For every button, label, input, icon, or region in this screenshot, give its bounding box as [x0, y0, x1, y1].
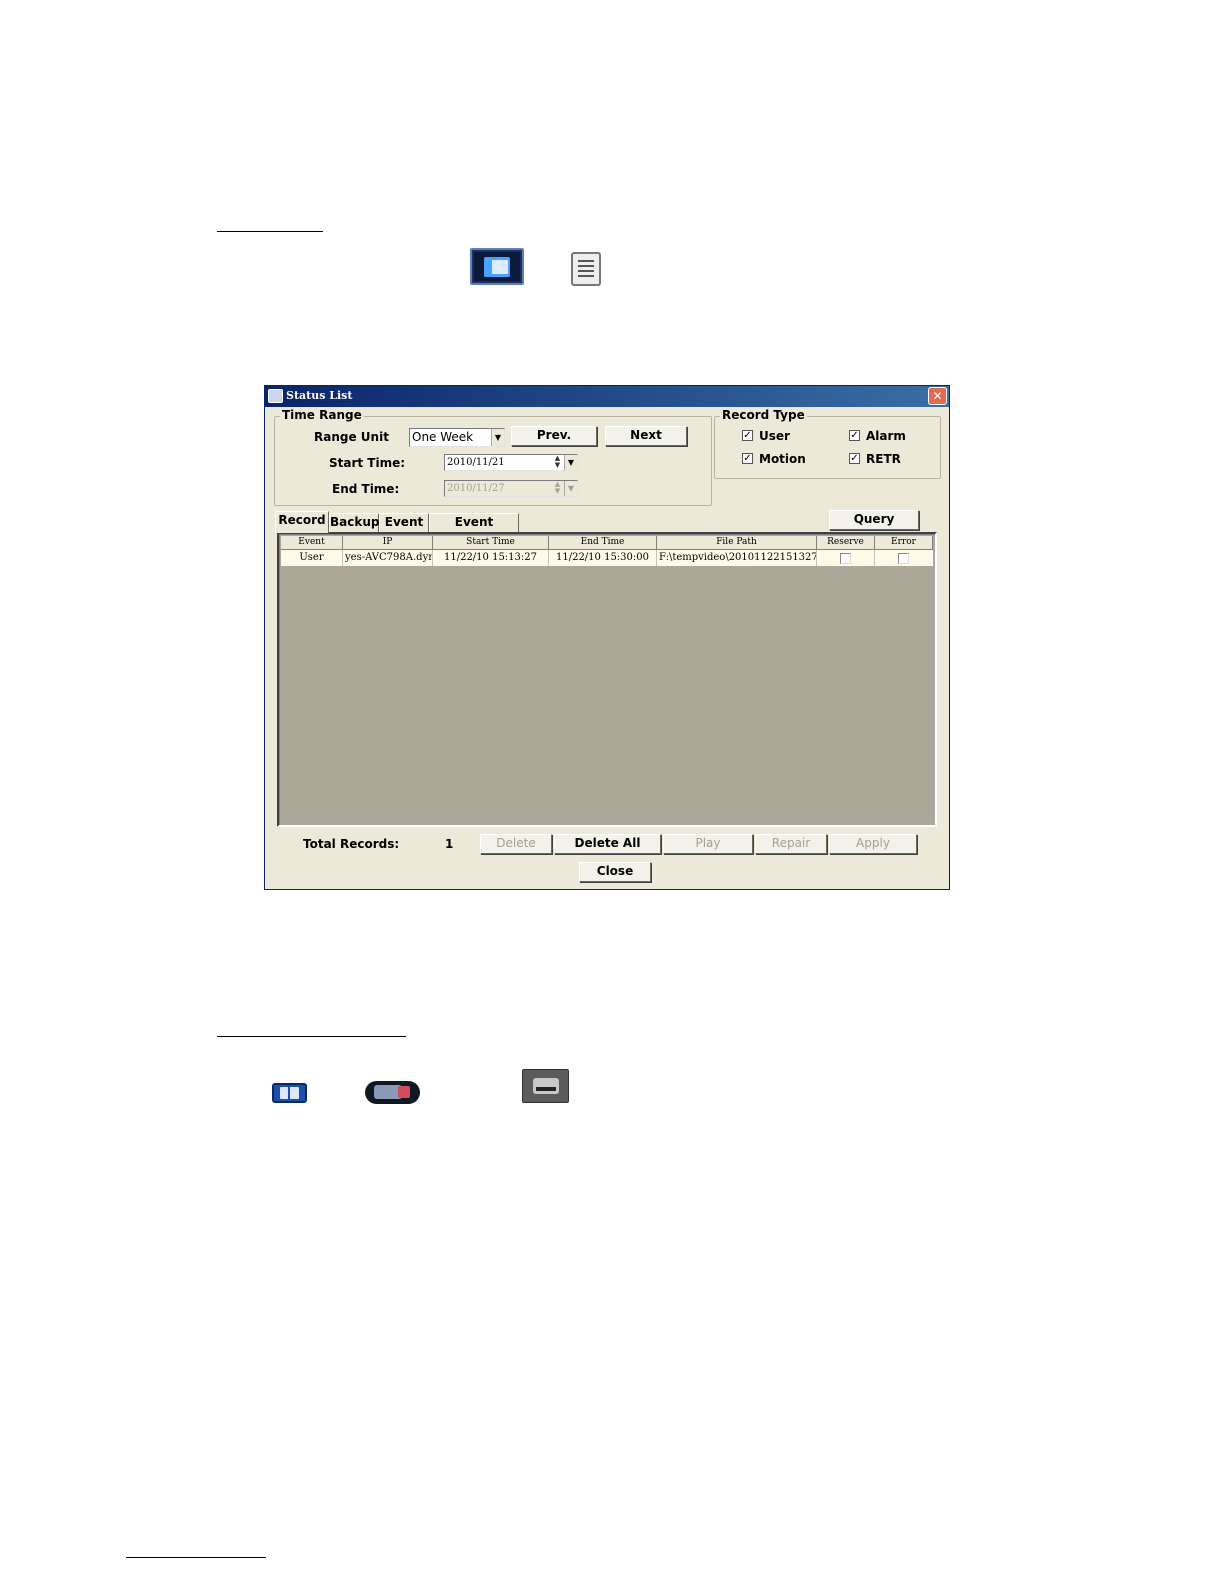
play-button[interactable]: Play — [663, 834, 753, 854]
end-time-field[interactable]: 2010/11/27 ▲ ▼ ▼ — [444, 480, 578, 497]
delete-button[interactable]: Delete — [480, 834, 552, 854]
record-type-group: Record Type — [714, 408, 941, 479]
close-icon[interactable]: ✕ — [928, 387, 947, 405]
retr-checkbox[interactable]: ✓ — [849, 453, 860, 464]
chevron-down-icon[interactable]: ▼ — [564, 481, 577, 496]
motion-checkbox[interactable]: ✓ — [742, 453, 753, 464]
cell-reserve — [817, 550, 875, 566]
dialog-title: Status List — [286, 389, 353, 402]
tab-backup[interactable]: Backup — [329, 513, 379, 532]
cell-error — [875, 550, 933, 566]
chevron-down-icon[interactable]: ▼ — [564, 455, 577, 470]
alarm-checkbox-label: Alarm — [866, 429, 906, 443]
column-header-ip[interactable]: IP — [343, 536, 433, 550]
close-button[interactable]: Close — [579, 862, 651, 882]
spinner-icon[interactable]: ▲ ▼ — [552, 481, 563, 496]
cell-ip: yes-AVC798A.dyn: — [343, 550, 433, 566]
range-unit-label: Range Unit — [314, 430, 389, 444]
capsule-icon — [365, 1081, 420, 1104]
end-time-value: 2010/11/27 — [447, 483, 505, 494]
heading-underline-1 — [217, 231, 323, 232]
column-header-reserve[interactable]: Reserve — [817, 536, 875, 550]
column-header-end-time[interactable]: End Time — [549, 536, 657, 550]
total-records-label: Total Records: — [303, 837, 400, 851]
reserve-checkbox[interactable] — [840, 553, 851, 564]
footnote-rule — [126, 1557, 266, 1558]
prev-button[interactable]: Prev. — [511, 426, 597, 446]
table-header: Event IP Start Time End Time File Path R… — [281, 536, 933, 550]
next-button[interactable]: Next — [605, 426, 687, 446]
book-icon — [272, 1083, 307, 1103]
tab-event[interactable]: Event — [379, 513, 429, 532]
document-panel-icon — [470, 248, 524, 285]
delete-all-button[interactable]: Delete All — [554, 834, 661, 854]
cell-end-time: 11/22/10 15:30:00 — [549, 550, 657, 566]
user-checkbox[interactable]: ✓ — [742, 430, 753, 441]
cell-file-path: F:\tempvideo\20101122151327_Liv — [657, 550, 817, 566]
range-unit-select[interactable]: One Week ▼ — [409, 428, 505, 447]
time-range-legend: Time Range — [280, 408, 364, 422]
total-records-value: 1 — [445, 837, 454, 851]
record-type-legend: Record Type — [720, 408, 807, 422]
chevron-down-icon[interactable]: ▼ — [491, 429, 504, 446]
start-time-field[interactable]: 2010/11/21 ▲ ▼ ▼ — [444, 454, 578, 471]
heading-underline-2 — [217, 1036, 406, 1037]
table-row[interactable]: User yes-AVC798A.dyn: 11/22/10 15:13:27 … — [281, 550, 933, 566]
start-time-label: Start Time: — [329, 456, 406, 470]
user-checkbox-label: User — [759, 429, 790, 443]
repair-button[interactable]: Repair — [755, 834, 827, 854]
drive-icon — [522, 1069, 569, 1103]
column-header-error[interactable]: Error — [875, 536, 933, 550]
alarm-checkbox[interactable]: ✓ — [849, 430, 860, 441]
spinner-icon[interactable]: ▲ ▼ — [552, 455, 563, 470]
app-icon — [268, 389, 283, 403]
start-time-value: 2010/11/21 — [447, 457, 505, 468]
query-button[interactable]: Query — [829, 510, 919, 530]
cell-start-time: 11/22/10 15:13:27 — [433, 550, 549, 566]
apply-button[interactable]: Apply — [829, 834, 917, 854]
end-time-label: End Time: — [332, 482, 400, 496]
title-bar[interactable]: Status List ✕ — [265, 386, 949, 407]
tab-record[interactable]: Record — [275, 511, 329, 533]
error-checkbox[interactable] — [898, 553, 909, 564]
cell-event: User — [281, 550, 343, 566]
page-icon — [571, 252, 601, 286]
column-header-file-path[interactable]: File Path — [657, 536, 817, 550]
retr-checkbox-label: RETR — [866, 452, 901, 466]
column-header-event[interactable]: Event — [281, 536, 343, 550]
tab-event-trigger[interactable]: Event Trigger — [429, 513, 519, 546]
status-list-dialog: Status List ✕ Time Range Range Unit One … — [264, 385, 950, 890]
column-header-start-time[interactable]: Start Time — [433, 536, 549, 550]
records-table[interactable]: Event IP Start Time End Time File Path R… — [277, 532, 937, 827]
range-unit-value: One Week — [412, 430, 474, 444]
motion-checkbox-label: Motion — [759, 452, 806, 466]
